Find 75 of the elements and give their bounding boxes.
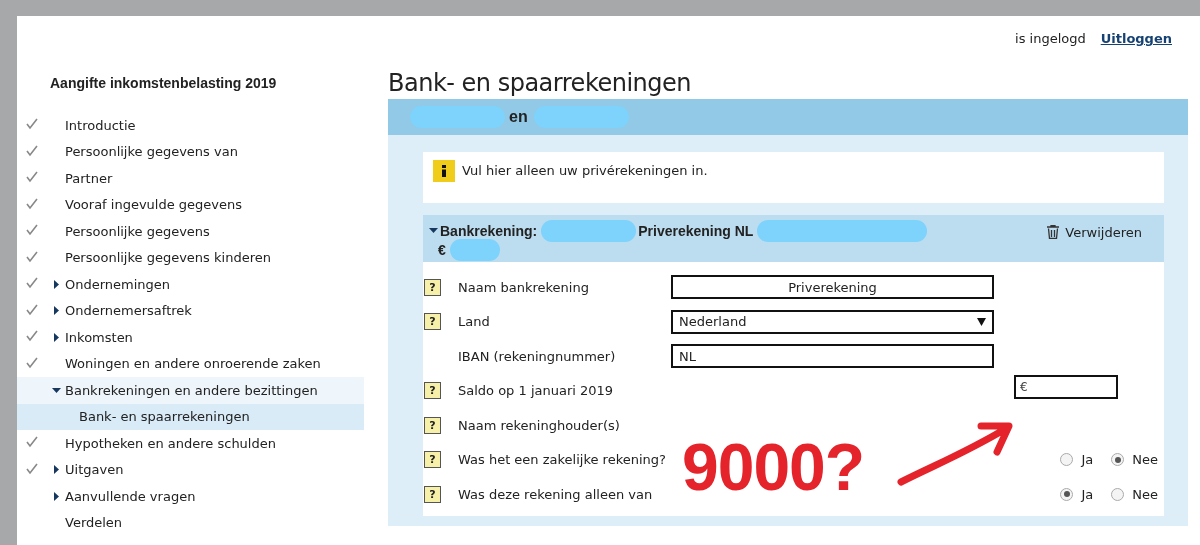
nav-label: Verdelen (65, 515, 123, 531)
field-label: Was het een zakelijke rekening? (457, 452, 667, 468)
help-button[interactable]: ? (424, 451, 441, 469)
field-label: Naam rekeninghouder(s) (457, 417, 621, 433)
header-text: Bankrekening: (440, 222, 538, 239)
caret-icon (52, 279, 61, 289)
nav-label: Persoonlijke gegevens van (65, 144, 238, 160)
nav-item[interactable]: Vooraf ingevulde gegevens (17, 191, 364, 218)
nav-label: Introductie (65, 117, 136, 133)
nav-label: Bankrekeningen en andere bezittingen (65, 382, 318, 398)
logout-link[interactable]: Uitloggen (1100, 31, 1172, 55)
annotation-text: 9000? (682, 434, 865, 500)
field-label: Saldo op 1 januari 2019 (457, 383, 615, 399)
nav-label: Vooraf ingevulde gegevens (65, 197, 243, 213)
radio-option[interactable]: Ja (1060, 486, 1094, 502)
field-label: Was deze rekening alleen van (457, 486, 654, 502)
nav-label: Partner (65, 170, 113, 186)
nav-item[interactable]: Ondernemersaftrek (17, 297, 364, 324)
help-button[interactable]: ? (424, 278, 441, 296)
nav-label: Uitgaven (65, 462, 124, 478)
field-label: Naam bankrekening (457, 279, 590, 295)
header-text: Priverekening NL (638, 222, 754, 239)
sidebar-title: Aangifte inkomstenbelasting 2019 (49, 74, 278, 93)
nav-label: Aanvullende vragen (65, 488, 196, 504)
nav-item[interactable]: Ondernemingen (17, 271, 364, 298)
nav-item[interactable]: Persoonlijke gegevens van (17, 138, 364, 165)
country-select[interactable]: Nederland (671, 309, 994, 334)
nav-item[interactable]: Bank- en spaarrekeningen (17, 403, 364, 430)
nav-item[interactable]: Verdelen (17, 509, 364, 536)
radio-option[interactable]: Nee (1111, 486, 1158, 502)
radio-option[interactable]: Ja (1060, 452, 1094, 468)
nav-label: Woningen en andere onroerende zaken (65, 356, 321, 372)
nav-item[interactable]: Uitgaven (17, 456, 364, 483)
nav-label: Bank- en spaarrekeningen (79, 409, 250, 425)
field-label: Land (457, 314, 491, 330)
account-header[interactable]: Bankrekening: Priverekening NL € Verwijderen (423, 215, 1164, 262)
nav-item[interactable]: Persoonlijke gegevens (17, 218, 364, 245)
nav-item[interactable]: Aanvullende vragen (17, 483, 364, 510)
radio-option[interactable]: Nee (1111, 452, 1158, 468)
caret-icon (429, 226, 438, 235)
help-button[interactable]: ? (424, 382, 441, 400)
help-button[interactable]: ? (424, 313, 441, 331)
nav-item[interactable]: Hypotheken en andere schulden (17, 430, 364, 457)
caret-icon (52, 306, 61, 316)
page-title: Bank- en spaarrekeningen (388, 68, 692, 99)
login-status: is ingelogd (1015, 31, 1086, 48)
caret-icon (52, 465, 61, 475)
help-button[interactable]: ? (424, 485, 441, 503)
dropdown-caret-icon (977, 317, 986, 326)
nav-item[interactable]: Inkomsten (17, 324, 364, 351)
nav-item[interactable]: Persoonlijke gegevens kinderen (17, 244, 364, 271)
field-label: IBAN (rekeningnummer) (457, 348, 617, 364)
nav-item[interactable]: Bankrekeningen en andere bezittingen (17, 377, 364, 404)
nav-item[interactable]: Partner (17, 165, 364, 192)
delete-button[interactable]: Verwijderen (1047, 221, 1142, 243)
nav-item[interactable]: Introductie (17, 112, 364, 139)
nav-item[interactable]: Woningen en andere onroerende zaken (17, 350, 364, 377)
text-field[interactable]: Priverekening (671, 275, 994, 300)
header-text: € (438, 241, 446, 258)
info-icon (433, 160, 455, 182)
trash-icon (1047, 225, 1060, 239)
header-text: en (509, 108, 528, 126)
nav-label: Inkomsten (65, 329, 133, 345)
nav-label: Persoonlijke gegevens kinderen (65, 250, 271, 266)
nav-label: Persoonlijke gegevens (65, 223, 210, 239)
nav-label: Ondernemersaftrek (65, 303, 192, 319)
amount-field[interactable]: € (1014, 374, 1118, 399)
nav-label: Ondernemingen (65, 276, 171, 292)
caret-icon (52, 491, 61, 501)
nav-label: Hypotheken en andere schulden (65, 435, 276, 451)
text-field[interactable]: NL (671, 344, 994, 369)
info-text: Vul hier alleen uw privérekeningen in. (462, 162, 708, 178)
caret-icon (52, 332, 61, 342)
caret-icon (52, 385, 61, 395)
help-button[interactable]: ? (424, 416, 441, 434)
